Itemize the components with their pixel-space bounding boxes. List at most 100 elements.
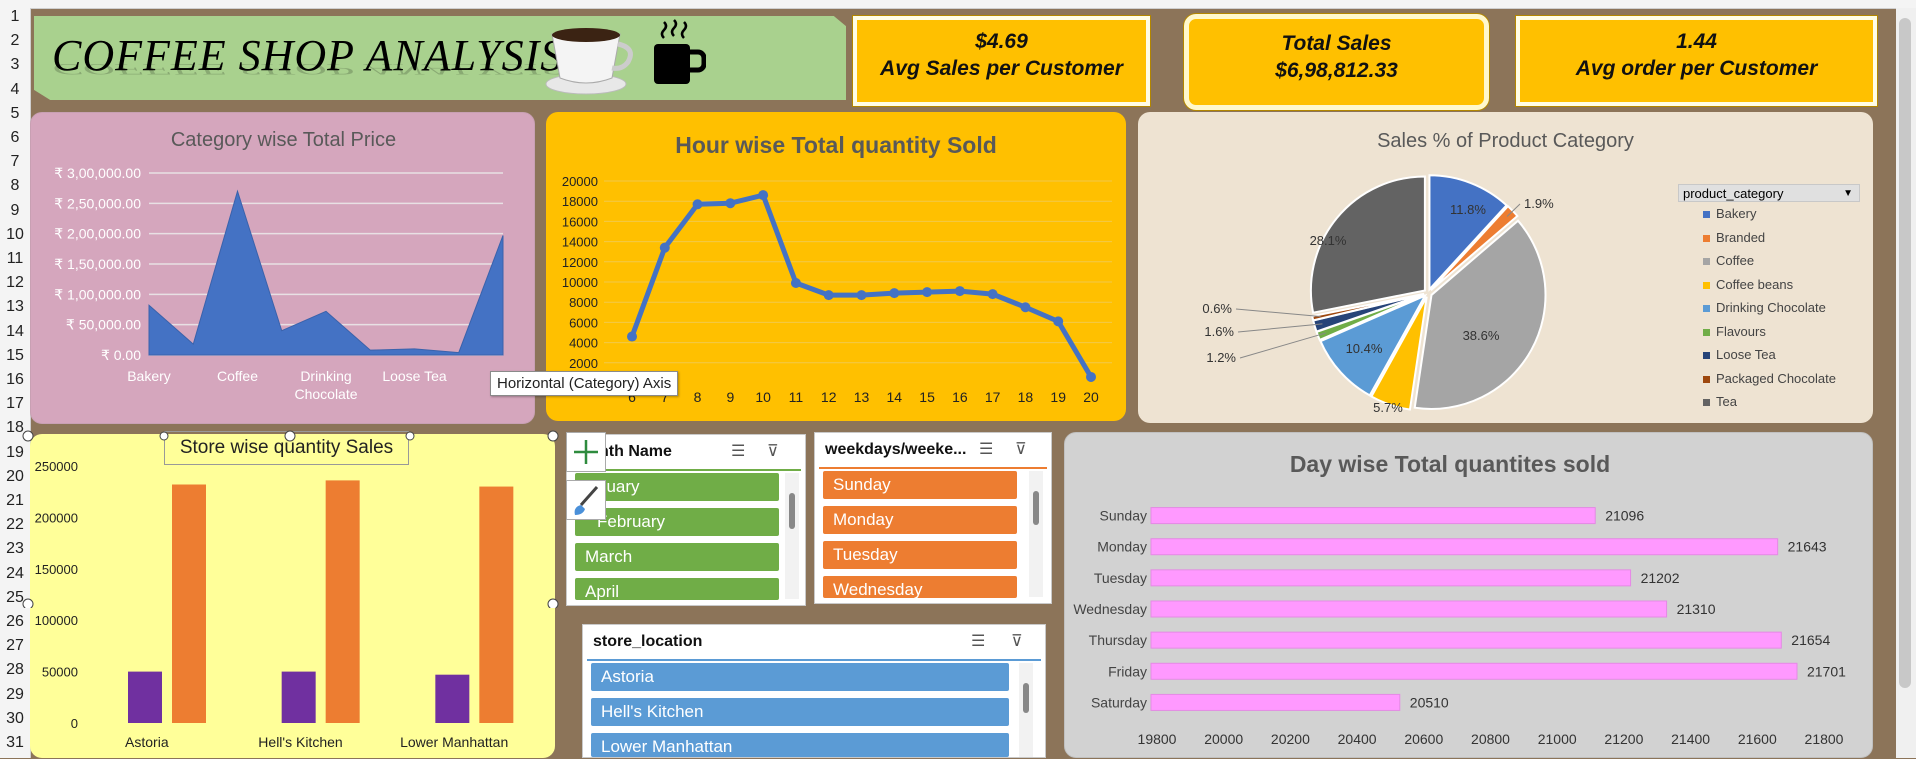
multi-select-icon[interactable]: ☰	[979, 439, 993, 459]
slicer-item-monday[interactable]: Monday	[823, 506, 1017, 534]
row-number[interactable]: 31	[0, 734, 30, 752]
row-number[interactable]: 12	[0, 274, 30, 292]
kpi-avg-sales-label: Avg Sales per Customer	[857, 55, 1146, 82]
legend-item-tea[interactable]: Tea	[1703, 394, 1737, 409]
store-bar-lower-manhattan-s1[interactable]	[435, 675, 469, 723]
row-number[interactable]: 9	[0, 202, 30, 220]
hour-point-16[interactable]	[955, 286, 965, 296]
hour-point-13[interactable]	[857, 290, 867, 300]
hour-point-7[interactable]	[660, 243, 670, 253]
row-number[interactable]: 14	[0, 323, 30, 341]
slicer-scrollbar-thumb[interactable]	[1023, 683, 1029, 713]
legend-item-packaged-chocolate[interactable]: Packaged Chocolate	[1703, 371, 1836, 386]
hour-point-11[interactable]	[791, 278, 801, 288]
legend-label: Drinking Chocolate	[1716, 300, 1826, 315]
hour-point-17[interactable]	[988, 289, 998, 299]
legend-item-coffee[interactable]: Coffee	[1703, 253, 1754, 268]
row-number[interactable]: 10	[0, 226, 30, 244]
chart-styles-button[interactable]	[566, 480, 606, 520]
hour-point-6[interactable]	[627, 332, 637, 342]
slicer-item-tuesday[interactable]: Tuesday	[823, 541, 1017, 569]
row-number[interactable]: 4	[0, 81, 30, 99]
store-location-slicer[interactable]: store_location ☰ ⊽ Astoria Hell's Kitche…	[582, 624, 1046, 758]
legend-item-coffee-beans[interactable]: Coffee beans	[1703, 277, 1793, 292]
weekday-slicer-title: weekdays/weeke...	[825, 441, 966, 459]
weekday-slicer[interactable]: weekdays/weeke... ☰ ⊽ Sunday Monday Tues…	[814, 432, 1052, 604]
slicer-item-lower-manhattan[interactable]: Lower Manhattan	[591, 733, 1009, 757]
row-number[interactable]: 28	[0, 661, 30, 679]
hour-point-18[interactable]	[1020, 302, 1030, 312]
row-number[interactable]: 16	[0, 371, 30, 389]
multi-select-icon[interactable]: ☰	[971, 631, 985, 651]
area-series[interactable]	[149, 191, 503, 355]
row-number[interactable]: 30	[0, 710, 30, 728]
legend-item-flavours[interactable]: Flavours	[1703, 324, 1766, 339]
row-number[interactable]: 29	[0, 686, 30, 704]
hour-line-series[interactable]	[632, 195, 1091, 377]
slicer-item-wednesday[interactable]: Wednesday	[823, 576, 1017, 598]
x-tick-label: Coffee	[217, 368, 258, 384]
hour-point-9[interactable]	[725, 198, 735, 208]
row-number[interactable]: 2	[0, 32, 30, 50]
row-number[interactable]: 1	[0, 8, 30, 26]
row-number[interactable]: 26	[0, 613, 30, 631]
legend-swatch	[1703, 258, 1710, 265]
row-number[interactable]: 8	[0, 177, 30, 195]
hour-point-14[interactable]	[889, 288, 899, 298]
clear-filter-icon[interactable]: ⊽	[767, 441, 779, 461]
row-number[interactable]: 27	[0, 637, 30, 655]
legend-item-branded[interactable]: Branded	[1703, 230, 1765, 245]
day-bar-thursday[interactable]	[1151, 632, 1781, 648]
x-tick-label: Loose Tea	[382, 368, 447, 384]
store-bar-astoria-s1[interactable]	[128, 672, 162, 723]
y-tick-label: 4000	[569, 336, 598, 351]
row-number[interactable]: 5	[0, 105, 30, 123]
slicer-item-march[interactable]: March	[575, 543, 779, 571]
store-bar-hell-s-kitchen-s1[interactable]	[282, 672, 316, 723]
multi-select-icon[interactable]: ☰	[731, 441, 745, 461]
pie-chart-panel[interactable]: Sales % of Product Category 11.8%1.9%38.…	[1138, 112, 1873, 423]
day-bar-chart: 1980020000202002040020600208002100021200…	[1065, 433, 1874, 759]
legend-item-bakery[interactable]: Bakery	[1703, 206, 1756, 221]
slicer-item-sunday[interactable]: Sunday	[823, 471, 1017, 499]
day-bar-sunday[interactable]	[1151, 508, 1595, 524]
slicer-item-april[interactable]: April	[575, 578, 779, 600]
row-number[interactable]: 13	[0, 298, 30, 316]
hour-point-10[interactable]	[758, 190, 768, 200]
hour-point-8[interactable]	[693, 199, 703, 209]
hour-point-19[interactable]	[1053, 316, 1063, 326]
day-bar-saturday[interactable]	[1151, 694, 1400, 710]
legend-filter-dropdown[interactable]: product_category ▼	[1678, 184, 1860, 202]
chart-elements-button[interactable]	[566, 432, 606, 472]
clear-filter-icon[interactable]: ⊽	[1011, 631, 1023, 651]
row-number[interactable]: 3	[0, 56, 30, 74]
slicer-scrollbar-thumb[interactable]	[789, 493, 795, 529]
slicer-scrollbar-track[interactable]	[785, 473, 799, 599]
slicer-scrollbar-thumb[interactable]	[1033, 491, 1039, 525]
day-bar-friday[interactable]	[1151, 663, 1797, 679]
day-bar-tuesday[interactable]	[1151, 570, 1631, 586]
slicer-item-astoria[interactable]: Astoria	[591, 663, 1009, 691]
row-number[interactable]: 7	[0, 153, 30, 171]
clear-filter-icon[interactable]: ⊽	[1015, 439, 1027, 459]
slicer-scrollbar-track[interactable]	[1029, 471, 1043, 597]
day-bar-monday[interactable]	[1151, 539, 1778, 555]
slicer-item-hells-kitchen[interactable]: Hell's Kitchen	[591, 698, 1009, 726]
hour-point-15[interactable]	[922, 287, 932, 297]
day-bar-wednesday[interactable]	[1151, 601, 1667, 617]
hour-point-20[interactable]	[1086, 372, 1096, 382]
x-tick-label: Chocolate	[294, 386, 357, 402]
dashboard-title-reflection: COFFEE SHOP ANALYSIS	[52, 60, 563, 78]
row-number[interactable]: 11	[0, 250, 30, 268]
legend-item-loose-tea[interactable]: Loose Tea	[1703, 347, 1776, 362]
row-number[interactable]: 17	[0, 395, 30, 413]
hour-point-12[interactable]	[824, 290, 834, 300]
row-number[interactable]: 15	[0, 347, 30, 365]
row-number[interactable]: 6	[0, 129, 30, 147]
x-tick-label: Astoria	[125, 734, 169, 750]
chart-selection-handles[interactable]	[20, 428, 560, 608]
scrollbar-thumb[interactable]	[1899, 18, 1911, 688]
category-chart-panel[interactable]: Category wise Total Price ₹ 0.00₹ 50,000…	[30, 112, 535, 424]
legend-item-drinking-chocolate[interactable]: Drinking Chocolate	[1703, 300, 1826, 315]
day-chart-panel[interactable]: Day wise Total quantites sold 1980020000…	[1064, 432, 1873, 758]
